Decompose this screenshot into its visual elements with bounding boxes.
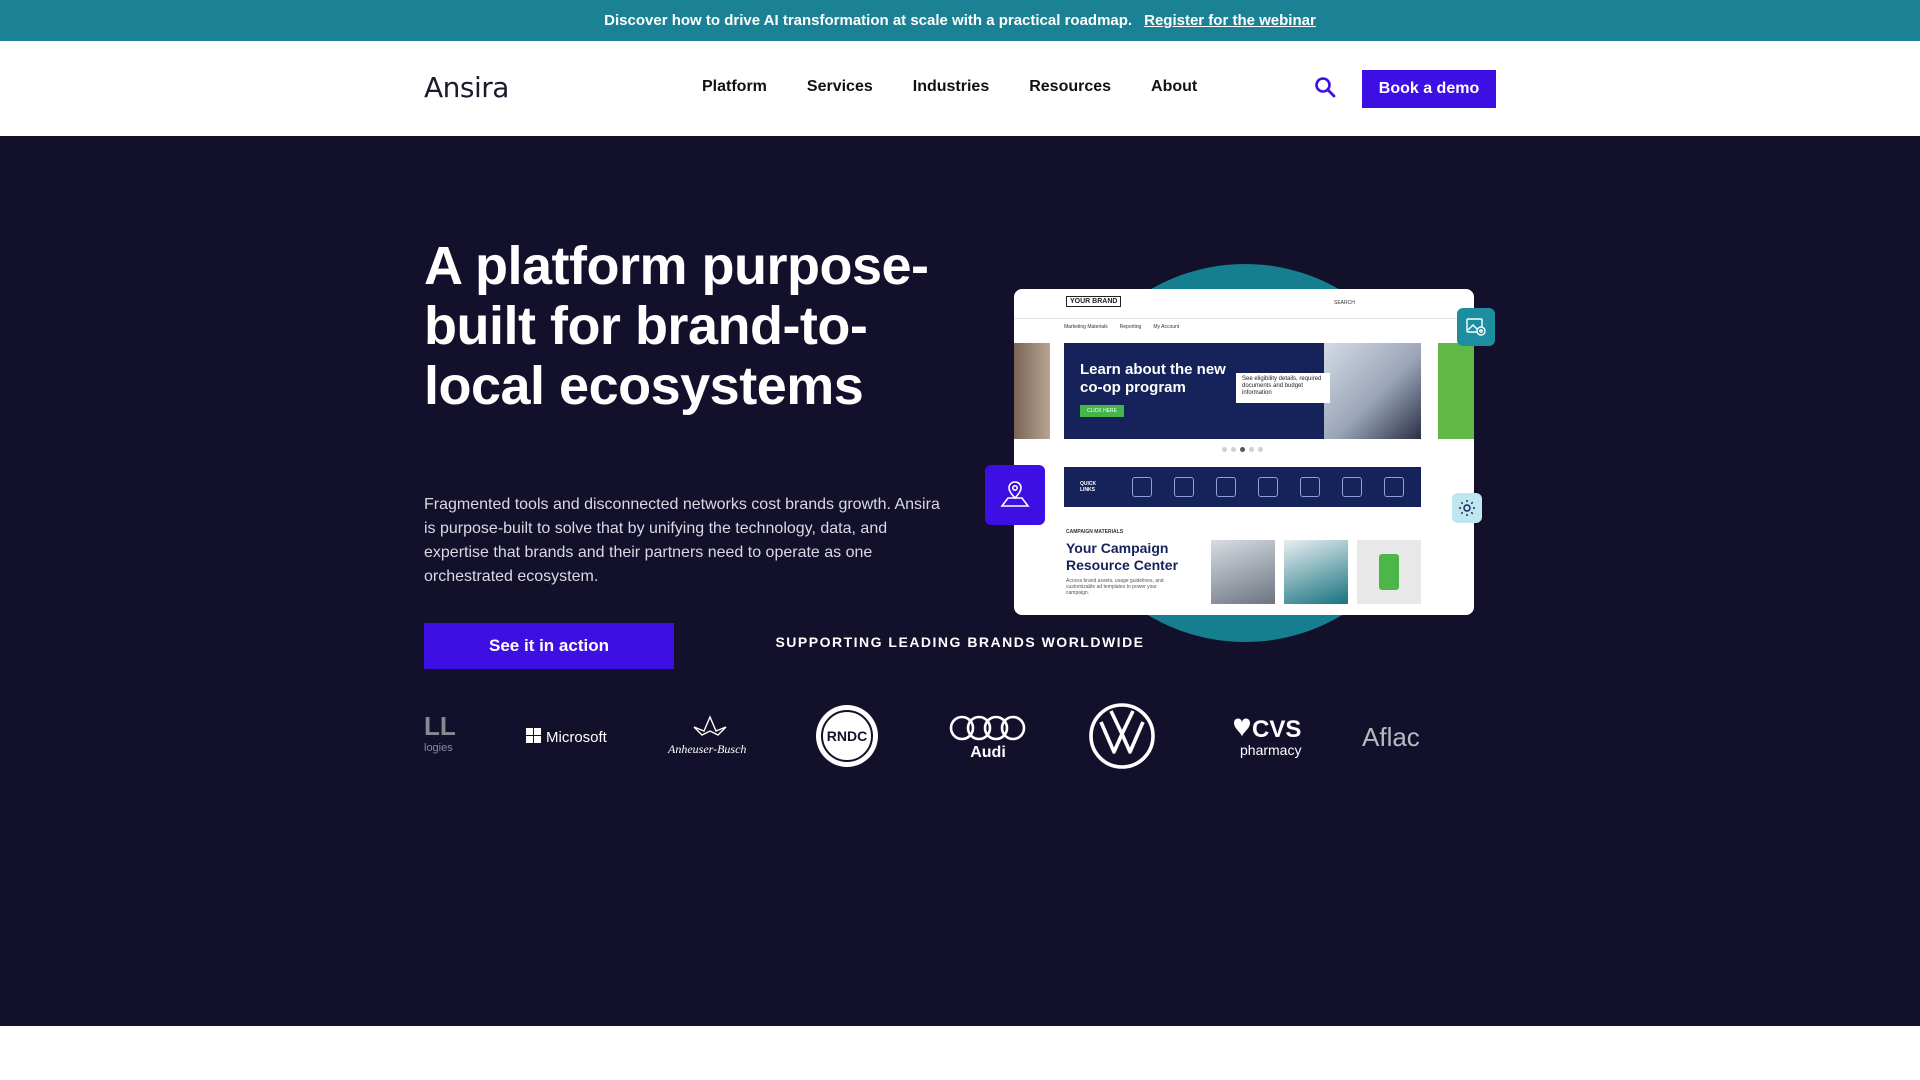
mockup-subnav-item: Reporting xyxy=(1119,324,1142,330)
quick-link-icon xyxy=(1384,477,1404,497)
svg-text:LL: LL xyxy=(424,711,456,741)
announcement-message: Discover how to drive AI transformation … xyxy=(604,12,1133,29)
mockup-banner-button: CLICK HERE xyxy=(1080,405,1124,417)
volkswagen-logo xyxy=(1088,696,1156,776)
mockup-campaign-desc: Access brand assets, usage guidelines, a… xyxy=(1066,578,1164,596)
svg-text:Microsoft: Microsoft xyxy=(546,729,608,746)
nav-platform[interactable]: Platform xyxy=(702,78,767,96)
hero-title: A platform purpose-built for brand-to-lo… xyxy=(424,236,929,416)
image-location-icon xyxy=(1457,308,1495,346)
platform-mockup: YOUR BRAND SEARCH Marketing Materials Re… xyxy=(1014,289,1474,615)
mockup-campaign-title: Your Campaign Resource Center xyxy=(1066,540,1179,573)
nav-about[interactable]: About xyxy=(1151,78,1197,96)
mockup-brand-logo: YOUR BRAND xyxy=(1066,296,1122,307)
quick-link-icon xyxy=(1216,477,1236,497)
gear-icon xyxy=(1452,493,1482,523)
rndc-logo: RNDC xyxy=(814,696,880,776)
mockup-thumb-bag xyxy=(1357,540,1421,604)
mockup-carousel-prev-slide xyxy=(1014,343,1050,439)
svg-text:Anheuser-Busch: Anheuser-Busch xyxy=(667,742,746,756)
quick-link-icon xyxy=(1132,477,1152,497)
site-header: Ansira Platform Services Industries Reso… xyxy=(0,41,1920,136)
quick-link-icon xyxy=(1258,477,1278,497)
nav-industries[interactable]: Industries xyxy=(913,78,989,96)
quick-link-icon xyxy=(1342,477,1362,497)
brands-heading: SUPPORTING LEADING BRANDS WORLDWIDE xyxy=(775,634,1145,650)
mockup-banner-card: See eligibility details, required docume… xyxy=(1236,373,1330,403)
mockup-subnav: Marketing Materials Reporting My Account xyxy=(1064,324,1179,330)
svg-text:pharmacy: pharmacy xyxy=(1240,742,1301,758)
brand-logo-strip: LL logies Microsoft Anheuser-Busch RNDC A… xyxy=(424,696,1496,776)
mockup-banner-photo xyxy=(1324,343,1421,439)
mockup-search: SEARCH xyxy=(1334,300,1355,306)
quick-link-icon xyxy=(1174,477,1194,497)
svg-text:RNDC: RNDC xyxy=(827,728,867,744)
quick-link-icon xyxy=(1300,477,1320,497)
search-icon[interactable] xyxy=(1313,75,1337,99)
nav-services[interactable]: Services xyxy=(807,78,873,96)
register-webinar-link[interactable]: Register for the webinar xyxy=(1144,12,1316,29)
main-nav: Platform Services Industries Resources A… xyxy=(702,78,1197,96)
mockup-thumb-car xyxy=(1211,540,1275,604)
nav-resources[interactable]: Resources xyxy=(1029,78,1111,96)
anheuser-busch-logo: Anheuser-Busch xyxy=(664,696,756,776)
mockup-subnav-item: My Account xyxy=(1153,324,1180,330)
mockup-thumb-ac xyxy=(1284,540,1348,604)
mockup-topbar: YOUR BRAND SEARCH xyxy=(1014,289,1474,319)
mockup-quick-links-label: QUICK LINKS xyxy=(1080,481,1097,493)
svg-text:logies: logies xyxy=(424,742,453,754)
announcement-bar: Discover how to drive AI transformation … xyxy=(0,0,1920,41)
map-pin-icon xyxy=(985,465,1045,525)
hero-section: A platform purpose-built for brand-to-lo… xyxy=(0,136,1920,1026)
audi-logo: Audi xyxy=(948,696,1028,776)
microsoft-logo: Microsoft xyxy=(526,696,616,776)
hero-description: Fragmented tools and disconnected networ… xyxy=(424,496,940,585)
aflac-logo: Aflac xyxy=(1362,696,1448,776)
svg-text:CVS: CVS xyxy=(1252,716,1301,743)
book-demo-button[interactable]: Book a demo xyxy=(1362,70,1496,108)
mockup-banner: Learn about the new co-op program CLICK … xyxy=(1064,343,1421,439)
mockup-campaign-label: CAMPAIGN MATERIALS xyxy=(1066,529,1124,535)
mockup-carousel-next-slide xyxy=(1438,343,1474,439)
mockup-subnav-item: Marketing Materials xyxy=(1064,324,1108,330)
mockup-quick-links: QUICK LINKS xyxy=(1064,467,1421,507)
ansira-logo[interactable]: Ansira xyxy=(424,71,509,104)
dell-logo: LL logies xyxy=(424,696,476,776)
svg-text:Aflac: Aflac xyxy=(1362,722,1420,752)
cvs-pharmacy-logo: CVS pharmacy xyxy=(1220,696,1310,776)
mockup-banner-title: Learn about the new co-op program xyxy=(1080,361,1226,396)
mockup-carousel-dots xyxy=(1222,447,1263,452)
svg-text:Audi: Audi xyxy=(970,744,1006,761)
